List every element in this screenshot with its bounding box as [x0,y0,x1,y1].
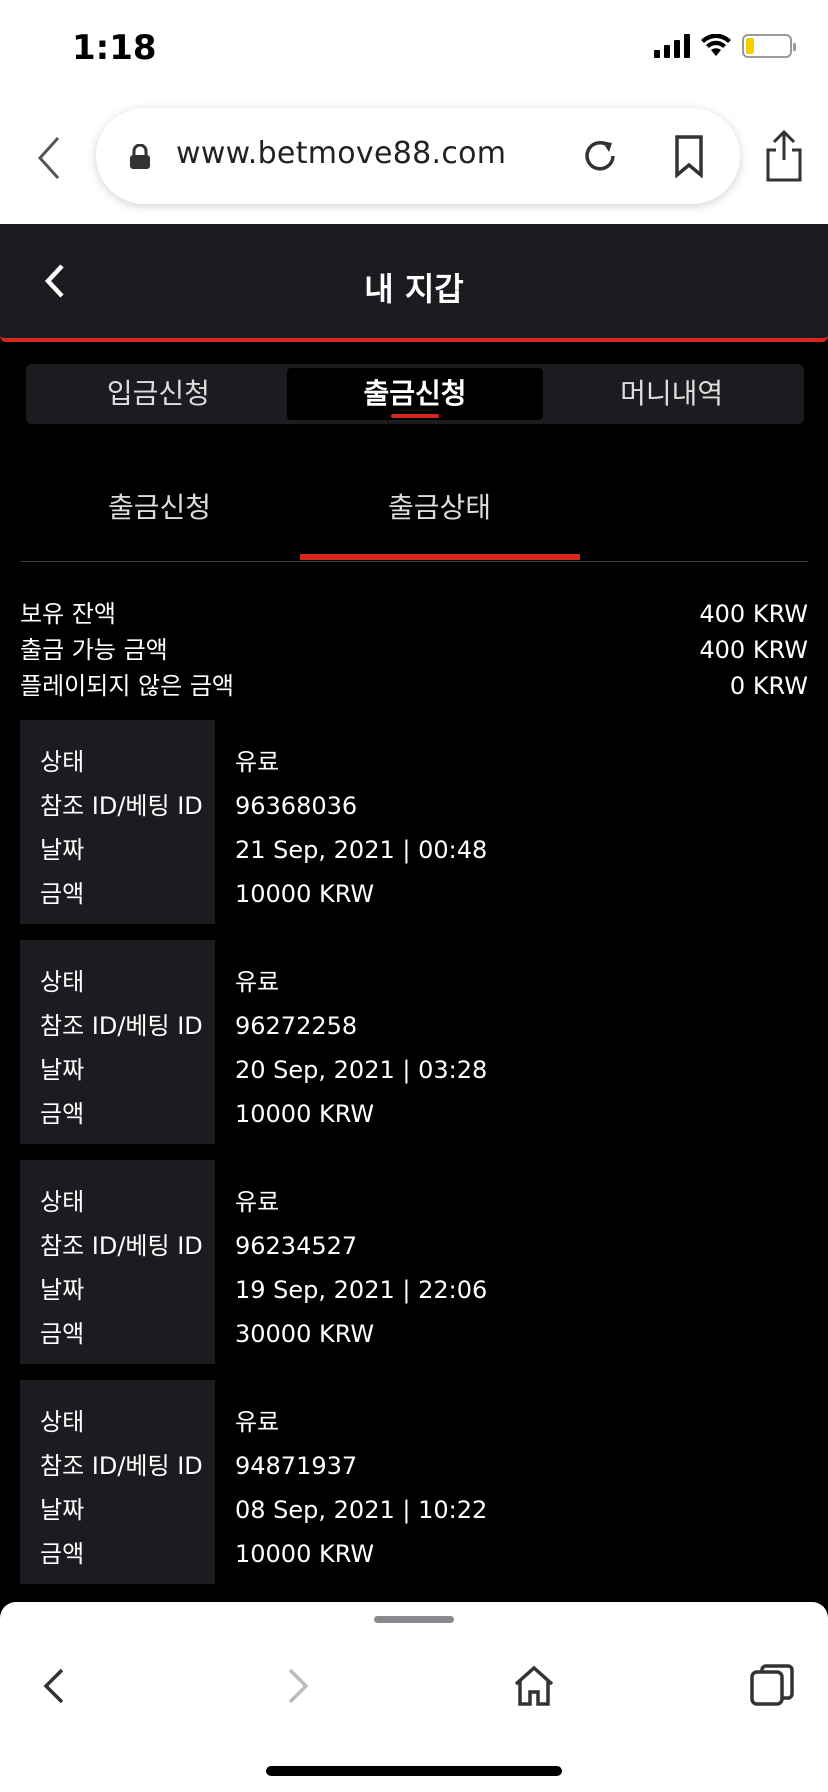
date-value: 21 Sep, 2021 | 00:48 [235,836,488,864]
sheet-grabber[interactable] [374,1616,454,1623]
balance-summary: 보유 잔액 400 KRW 출금 가능 금액 400 KRW 플레이되지 않은 … [20,596,808,704]
amount-label: 금액 [40,880,85,908]
withdrawal-record: 상태 참조 ID/베팅 ID 날짜 금액 유료 94871937 08 Sep,… [20,1380,808,1584]
ref-id-value: 94871937 [235,1452,358,1480]
record-values: 유료 94871937 08 Sep, 2021 | 10:22 10000 K… [215,1380,487,1584]
status-icons [654,34,796,58]
page-title: 내 지갑 [364,270,464,308]
status-value: 유료 [235,1188,280,1216]
reload-icon[interactable] [580,136,620,176]
ref-id-label: 참조 ID/베팅 ID [40,1452,203,1480]
back-icon[interactable] [32,1662,80,1710]
status-value: 유료 [235,968,280,996]
record-labels: 상태 참조 ID/베팅 ID 날짜 금액 [20,1160,215,1364]
tab-withdraw-request[interactable]: 출금신청 [286,368,544,420]
status-value: 유료 [235,1408,280,1436]
status-bar: 1:18 [0,0,828,100]
date-value: 20 Sep, 2021 | 03:28 [235,1056,488,1084]
amount-value: 10000 KRW [235,1100,375,1128]
status-value: 유료 [235,748,280,776]
cellular-signal-icon [654,34,690,58]
ref-id-label: 참조 ID/베팅 ID [40,1232,203,1260]
balance-label: 출금 가능 금액 [20,636,168,664]
balance-row: 플레이되지 않은 금액 0 KRW [20,668,808,704]
balance-value: 400 KRW [699,600,808,628]
browser-toolbar [0,1602,828,1792]
date-label: 날짜 [40,1496,85,1524]
balance-value: 0 KRW [729,672,808,700]
date-value: 08 Sep, 2021 | 10:22 [235,1496,488,1524]
withdrawal-record: 상태 참조 ID/베팅 ID 날짜 금액 유료 96368036 21 Sep,… [20,720,808,924]
amount-value: 30000 KRW [235,1320,375,1348]
status-label: 상태 [40,1188,85,1216]
url-text[interactable]: www.betmove88.com [176,136,506,171]
tab-money-history[interactable]: 머니내역 [543,368,800,420]
status-label: 상태 [40,1408,85,1436]
status-time: 1:18 [72,28,157,68]
record-labels: 상태 참조 ID/베팅 ID 날짜 금액 [20,1380,215,1584]
record-values: 유료 96234527 19 Sep, 2021 | 22:06 30000 K… [215,1160,487,1364]
lock-icon [130,144,150,169]
share-icon[interactable] [762,128,806,184]
amount-label: 금액 [40,1540,85,1568]
date-label: 날짜 [40,1056,85,1084]
withdraw-subtabs: 출금신청 출금상태 [20,456,808,562]
record-labels: 상태 참조 ID/베팅 ID 날짜 금액 [20,720,215,924]
withdrawal-record: 상태 참조 ID/베팅 ID 날짜 금액 유료 96272258 20 Sep,… [20,940,808,1144]
status-label: 상태 [40,748,85,776]
record-values: 유료 96272258 20 Sep, 2021 | 03:28 10000 K… [215,940,487,1144]
date-value: 19 Sep, 2021 | 22:06 [235,1276,488,1304]
tabs-icon[interactable] [748,1662,796,1710]
tab-deposit-request[interactable]: 입금신청 [30,368,287,420]
active-subtab-indicator [300,554,580,560]
balance-row: 출금 가능 금액 400 KRW [20,632,808,668]
ref-id-value: 96234527 [235,1232,358,1260]
date-label: 날짜 [40,836,85,864]
wifi-icon [701,34,731,56]
forward-icon[interactable] [272,1662,320,1710]
amount-value: 10000 KRW [235,1540,375,1568]
balance-value: 400 KRW [699,636,808,664]
record-labels: 상태 참조 ID/베팅 ID 날짜 금액 [20,940,215,1144]
status-label: 상태 [40,968,85,996]
withdrawal-record: 상태 참조 ID/베팅 ID 날짜 금액 유료 96234527 19 Sep,… [20,1160,808,1364]
back-arrow-icon[interactable] [30,130,70,186]
amount-label: 금액 [40,1100,85,1128]
withdrawal-records: 상태 참조 ID/베팅 ID 날짜 금액 유료 96368036 21 Sep,… [20,720,808,1600]
subtab-withdraw-request[interactable]: 출금신청 [108,486,211,526]
ref-id-label: 참조 ID/베팅 ID [40,1012,203,1040]
subtab-withdraw-status[interactable]: 출금상태 [388,486,491,526]
ref-id-value: 96368036 [235,792,358,820]
bookmark-icon[interactable] [672,134,706,178]
record-values: 유료 96368036 21 Sep, 2021 | 00:48 10000 K… [215,720,487,924]
address-bar[interactable]: www.betmove88.com [96,108,740,204]
wallet-tabs: 입금신청 출금신청 머니내역 [26,364,804,424]
app-header: 내 지갑 [0,224,828,342]
amount-value: 10000 KRW [235,880,375,908]
balance-label: 보유 잔액 [20,600,116,628]
browser-bar: www.betmove88.com [0,100,828,224]
home-icon[interactable] [510,1662,558,1710]
balance-label: 플레이되지 않은 금액 [20,672,234,700]
ref-id-value: 96272258 [235,1012,358,1040]
ref-id-label: 참조 ID/베팅 ID [40,792,203,820]
amount-label: 금액 [40,1320,85,1348]
balance-row: 보유 잔액 400 KRW [20,596,808,632]
date-label: 날짜 [40,1276,85,1304]
home-indicator [266,1766,562,1776]
battery-icon [742,34,796,58]
